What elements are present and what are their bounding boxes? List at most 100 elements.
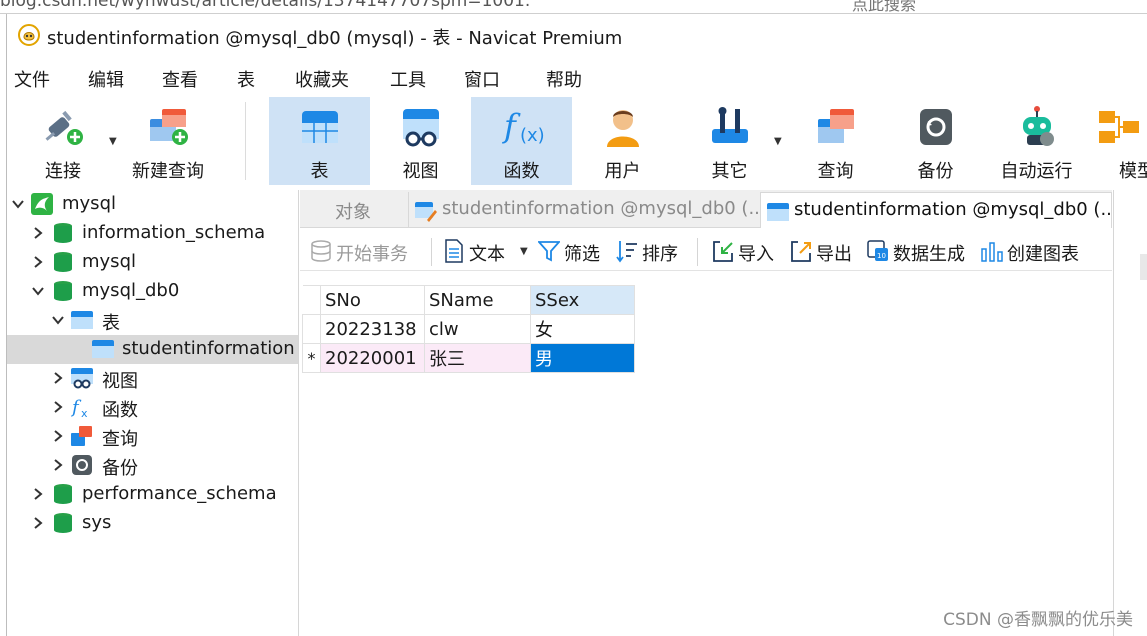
cell-sname[interactable]: clw bbox=[424, 314, 531, 344]
cell-sno[interactable]: 20220001 bbox=[320, 343, 425, 373]
user-button[interactable]: 用户 bbox=[572, 97, 673, 185]
text-dropdown-caret-icon[interactable]: ▼ bbox=[520, 246, 528, 257]
create-chart-button[interactable]: 创建图表 bbox=[981, 239, 1091, 265]
filter-button[interactable]: 筛选 bbox=[538, 239, 610, 265]
chevron-right-icon[interactable] bbox=[51, 429, 65, 443]
tree-item-queries[interactable]: 查询 bbox=[7, 422, 298, 451]
chevron-down-icon[interactable] bbox=[31, 284, 45, 298]
tools-icon bbox=[711, 107, 748, 143]
tree-label: performance_schema bbox=[82, 483, 277, 504]
tab-objects[interactable]: 对象 bbox=[300, 192, 408, 228]
browser-url-fragment: blog.csdn.net/wyhwust/article/details/13… bbox=[0, 0, 531, 11]
tab-label: studentinformation @mysql_db0 (... bbox=[794, 199, 1118, 220]
chevron-right-icon[interactable] bbox=[31, 516, 45, 530]
tab-label: 对象 bbox=[335, 202, 371, 223]
table-button[interactable]: 表 bbox=[269, 97, 370, 185]
tree-item-connection-mysql[interactable]: mysql bbox=[7, 190, 298, 219]
menu-favorites[interactable]: 收藏夹 bbox=[295, 66, 349, 92]
tree-item-db-performance-schema[interactable]: performance_schema bbox=[7, 480, 298, 509]
model-label: 模型 bbox=[1119, 161, 1147, 182]
chevron-right-icon[interactable] bbox=[51, 371, 65, 385]
object-info-panel bbox=[1113, 190, 1147, 636]
new-query-icon bbox=[150, 109, 188, 145]
tab-table-design[interactable]: studentinformation @mysql_db0 (... bbox=[408, 192, 766, 228]
view-icon bbox=[71, 368, 93, 389]
browser-search-placeholder: 点此搜索 bbox=[852, 0, 917, 14]
tree-label: information_schema bbox=[82, 222, 266, 243]
tree-label: mysql bbox=[82, 251, 136, 272]
tree-item-db-information-schema[interactable]: information_schema bbox=[7, 219, 298, 248]
cell-ssex[interactable]: 女 bbox=[530, 314, 635, 344]
chevron-down-icon[interactable] bbox=[51, 313, 65, 327]
new-query-button[interactable]: 新建查询 bbox=[127, 97, 209, 185]
chevron-right-icon[interactable] bbox=[31, 226, 45, 240]
robot-icon bbox=[1022, 106, 1054, 146]
window-title: studentinformation @mysql_db0 (mysql) - … bbox=[47, 28, 623, 49]
column-header-sname[interactable]: SName bbox=[424, 285, 531, 315]
sort-label: 排序 bbox=[642, 244, 678, 265]
automation-button[interactable]: 自动运行 bbox=[986, 97, 1087, 185]
user-icon bbox=[606, 110, 639, 147]
other-dropdown-caret-icon[interactable]: ▼ bbox=[774, 136, 782, 147]
new-query-label: 新建查询 bbox=[132, 161, 204, 182]
column-header-sno[interactable]: SNo bbox=[320, 285, 425, 315]
data-toolbar: 开始事务 文本 ▼ 筛选 排序 导入 导出 10 数据生成 创建图表 bbox=[300, 230, 1112, 270]
menu-view[interactable]: 查看 bbox=[162, 66, 198, 92]
menu-table[interactable]: 表 bbox=[237, 66, 255, 92]
menu-bar: 文件 编辑 查看 表 收藏夹 工具 窗口 帮助 bbox=[7, 64, 1147, 92]
chevron-down-icon[interactable] bbox=[11, 197, 25, 211]
other-button[interactable]: 其它 bbox=[679, 97, 780, 185]
backup-button[interactable]: 备份 bbox=[885, 97, 986, 185]
column-header-ssex[interactable]: SSex bbox=[530, 285, 635, 315]
import-button[interactable]: 导入 bbox=[712, 239, 784, 265]
model-button[interactable]: 模型 bbox=[1097, 97, 1147, 185]
cell-sname[interactable]: 张三 bbox=[424, 343, 531, 373]
tree-label: 表 bbox=[102, 313, 120, 334]
export-button[interactable]: 导出 bbox=[790, 239, 862, 265]
begin-transaction-button[interactable]: 开始事务 bbox=[310, 239, 422, 265]
view-button[interactable]: 视图 bbox=[370, 97, 471, 185]
chevron-right-icon[interactable] bbox=[51, 458, 65, 472]
tree-item-db-mysql-db0[interactable]: mysql_db0 bbox=[7, 277, 298, 306]
text-view-button[interactable]: 文本 bbox=[443, 239, 515, 265]
title-bar: studentinformation @mysql_db0 (mysql) - … bbox=[7, 14, 1147, 58]
chart-icon bbox=[981, 242, 1003, 262]
cell-sno[interactable]: 20223138 bbox=[320, 314, 425, 344]
chevron-right-icon[interactable] bbox=[31, 487, 45, 501]
connect-dropdown-caret-icon[interactable]: ▼ bbox=[109, 136, 117, 147]
menu-help[interactable]: 帮助 bbox=[546, 66, 582, 92]
row-marker-header bbox=[302, 285, 321, 315]
menu-file[interactable]: 文件 bbox=[14, 66, 50, 92]
tree-item-table-studentinformation[interactable]: studentinformation bbox=[7, 335, 298, 364]
query-button[interactable]: 查询 bbox=[785, 97, 886, 185]
tree-item-db-sys[interactable]: sys bbox=[7, 509, 298, 538]
csdn-watermark: CSDN @香飘飘的优乐美 bbox=[943, 610, 1133, 630]
table-icon bbox=[92, 340, 114, 358]
backup-icon bbox=[919, 109, 952, 145]
menu-window[interactable]: 窗口 bbox=[464, 66, 500, 92]
tree-item-db-mysql[interactable]: mysql bbox=[7, 248, 298, 277]
tree-item-backups[interactable]: 备份 bbox=[7, 451, 298, 480]
function-button[interactable]: f (x) 函数 bbox=[471, 97, 572, 185]
connect-button[interactable]: 连接 bbox=[27, 97, 99, 185]
chevron-right-icon[interactable] bbox=[51, 400, 65, 414]
menu-edit[interactable]: 编辑 bbox=[88, 66, 124, 92]
mysql-connection-icon bbox=[31, 193, 53, 215]
menu-tools[interactable]: 工具 bbox=[390, 66, 426, 92]
tree-item-functions[interactable]: f x 函数 bbox=[7, 393, 298, 422]
content-area: 对象 studentinformation @mysql_db0 (... st… bbox=[300, 190, 1118, 636]
table-row[interactable]: 20223138 clw 女 bbox=[302, 314, 635, 344]
chevron-right-icon[interactable] bbox=[31, 255, 45, 269]
table-row-new[interactable]: * 20220001 张三 男 bbox=[302, 343, 635, 373]
table-icon bbox=[767, 203, 789, 221]
tab-label: studentinformation @mysql_db0 (... bbox=[442, 198, 766, 219]
tree-item-views[interactable]: 视图 bbox=[7, 364, 298, 393]
function-fx-icon: f x bbox=[71, 397, 88, 418]
tab-table-data[interactable]: studentinformation @mysql_db0 (... bbox=[760, 192, 1118, 228]
database-icon bbox=[54, 513, 72, 533]
tree-item-tables[interactable]: 表 bbox=[7, 306, 298, 335]
data-generation-button[interactable]: 10 数据生成 bbox=[867, 239, 977, 265]
main-toolbar: 连接 ▼ 新建查询 表 视图 f (x) 函数 用户 其它 ▼ 查询 备份 自动… bbox=[7, 96, 1147, 188]
cell-ssex-selected[interactable]: 男 bbox=[530, 343, 635, 373]
sort-button[interactable]: 排序 bbox=[616, 239, 688, 265]
